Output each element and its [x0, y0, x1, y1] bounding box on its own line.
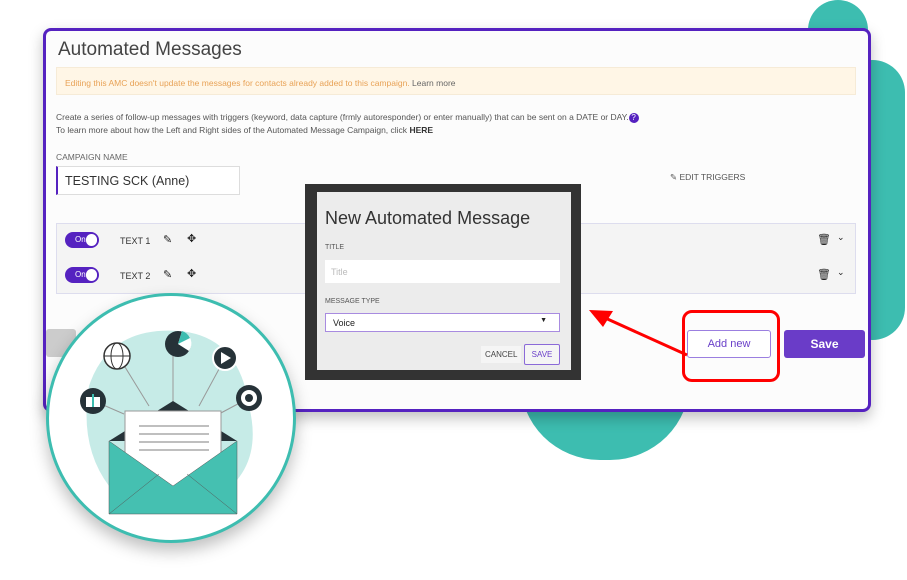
move-icon[interactable]: ✥: [187, 232, 196, 245]
alert-text: Editing this AMC doesn't update the mess…: [65, 78, 410, 88]
description-text: To learn more about how the Left and Rig…: [56, 125, 408, 135]
play-icon: [212, 345, 238, 371]
email-illustration: [46, 293, 296, 543]
edit-triggers-label: EDIT TRIGGERS: [679, 172, 746, 182]
pencil-icon[interactable]: ✎: [163, 268, 172, 281]
message-type-label: MESSAGE TYPE: [325, 298, 380, 305]
modal-save-button[interactable]: SAVE: [524, 344, 560, 365]
edit-triggers-button[interactable]: ✎ EDIT TRIGGERS: [670, 172, 745, 183]
message-toggle[interactable]: On: [65, 232, 99, 248]
envelope-icon: [108, 401, 238, 515]
modal-title: New Automated Message: [325, 208, 531, 228]
chevron-down-icon[interactable]: ⌄: [837, 267, 845, 278]
save-button[interactable]: Save: [784, 330, 865, 358]
chevron-down-icon[interactable]: ⌄: [837, 232, 845, 243]
toggle-label: On: [75, 270, 86, 279]
campaign-name-label: CAMPAIGN NAME: [56, 152, 128, 162]
campaign-name-input[interactable]: TESTING SCK (Anne): [56, 166, 240, 195]
description-line1: Create a series of follow-up messages wi…: [56, 112, 639, 123]
here-link[interactable]: HERE: [409, 125, 433, 135]
warning-alert: Editing this AMC doesn't update the mess…: [56, 67, 856, 95]
modal-body: New Automated Message TITLE Title MESSAG…: [317, 192, 571, 370]
toggle-label: On: [75, 235, 86, 244]
title-input[interactable]: Title: [325, 260, 560, 283]
help-icon[interactable]: ?: [628, 112, 639, 123]
gift-icon: [80, 388, 106, 414]
pencil-icon: ✎: [670, 172, 678, 182]
trash-icon[interactable]: 🗑: [817, 233, 831, 246]
move-icon[interactable]: ✥: [187, 267, 196, 280]
title-label: TITLE: [325, 244, 345, 251]
page-title: Automated Messages: [58, 39, 242, 60]
target-icon: [236, 385, 262, 411]
cancel-button[interactable]: CANCEL: [481, 346, 522, 363]
description-text: Create a series of follow-up messages wi…: [56, 112, 629, 122]
message-toggle[interactable]: On: [65, 267, 99, 283]
trash-icon[interactable]: 🗑: [817, 268, 831, 281]
highlight-box: [682, 310, 780, 382]
caret-down-icon: ▼: [540, 317, 547, 324]
message-type-select[interactable]: Voice ▼: [325, 313, 560, 332]
globe-icon: [103, 342, 131, 370]
description-line2: To learn more about how the Left and Rig…: [56, 125, 433, 135]
learn-more-link[interactable]: Learn more: [412, 78, 455, 88]
new-message-modal: New Automated Message TITLE Title MESSAG…: [305, 184, 581, 380]
pencil-icon[interactable]: ✎: [163, 233, 172, 246]
message-label: TEXT 1: [120, 236, 151, 246]
arrow-annotation: [589, 310, 688, 357]
message-type-value: Voice: [333, 318, 356, 328]
message-label: TEXT 2: [120, 271, 151, 281]
